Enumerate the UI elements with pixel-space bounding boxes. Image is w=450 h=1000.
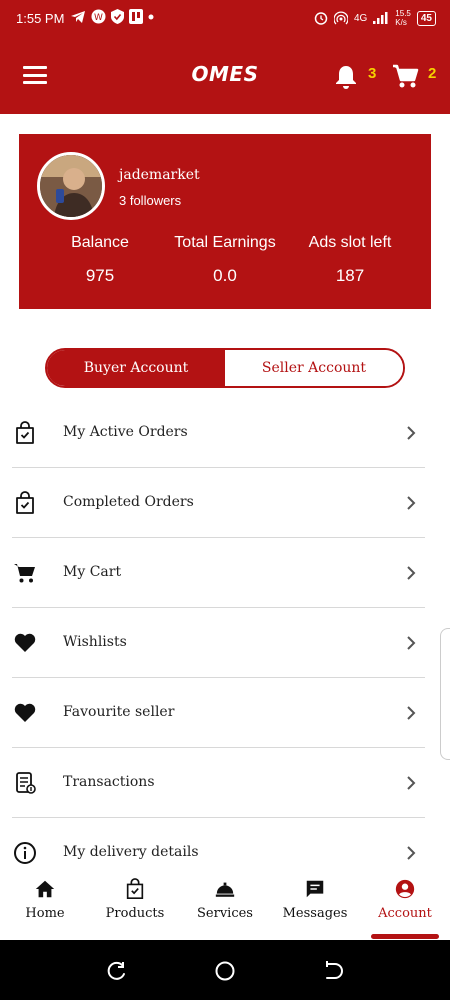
hotspot-icon [333, 11, 348, 25]
nav-label: Messages [282, 906, 348, 921]
nav-services[interactable]: Services [180, 878, 270, 921]
menu-item-label: My delivery details [63, 844, 199, 860]
nav-products[interactable]: Products [90, 878, 180, 921]
app-title: OMES [191, 62, 259, 86]
chevron-right-icon [407, 846, 416, 860]
menu-item-active-orders[interactable]: My Active Orders [0, 398, 450, 468]
shield-check-icon [111, 9, 124, 24]
menu-item-label: My Cart [63, 564, 122, 580]
nav-messages[interactable]: Messages [270, 878, 360, 921]
network-speed-unit: K/s [395, 18, 407, 27]
svg-text:W: W [94, 13, 103, 23]
menu-item-my-cart[interactable]: My Cart [0, 538, 450, 608]
stat-label: Balance [71, 234, 129, 251]
telegram-icon [71, 10, 85, 23]
chevron-right-icon [407, 426, 416, 440]
heart-icon [14, 633, 36, 652]
dot-icon [148, 14, 154, 19]
app-bar: OMES 3 2 [0, 38, 450, 114]
app-store-icon [129, 9, 143, 24]
status-bar: 1:55 PM W 4G 15.5 K/s 45 [0, 0, 450, 38]
nav-home[interactable]: Home [0, 878, 90, 921]
chevron-right-icon [407, 706, 416, 720]
service-bell-icon [215, 882, 235, 897]
menu-item-label: Wishlists [63, 634, 127, 650]
nav-label: Account [378, 906, 432, 921]
nav-label: Products [105, 906, 165, 921]
account-type-toggle: Buyer Account Seller Account [45, 348, 405, 388]
stat-label: Ads slot left [308, 234, 392, 251]
receipt-icon [16, 772, 36, 794]
profile-followers: 3 followers [119, 193, 182, 208]
seller-account-tab[interactable]: Seller Account [225, 350, 403, 386]
battery-indicator: 45 [416, 10, 436, 26]
status-system-icons: 4G 15.5 K/s 45 [314, 9, 436, 27]
account-menu-list: My Active Orders Completed Orders My Car… [0, 398, 450, 888]
stat-total-earnings: Total Earnings 0.0 [160, 234, 290, 286]
chevron-right-icon [407, 496, 416, 510]
recent-apps-icon[interactable] [105, 960, 127, 982]
menu-item-label: Favourite seller [63, 704, 175, 720]
profile-username: jademarket [119, 167, 200, 183]
stat-ads-slot-left: Ads slot left 187 [285, 234, 415, 286]
menu-item-label: My Active Orders [63, 424, 188, 440]
menu-item-wishlists[interactable]: Wishlists [0, 608, 450, 678]
shopping-bag-check-icon [16, 421, 34, 444]
nav-account[interactable]: Account [360, 878, 450, 921]
bell-icon[interactable] [334, 64, 358, 90]
network-speed: 15.5 K/s [395, 9, 411, 27]
chevron-right-icon [407, 566, 416, 580]
cart-count-badge: 2 [428, 65, 437, 82]
cart-icon[interactable] [392, 64, 419, 90]
nav-label: Services [197, 906, 253, 921]
menu-item-completed-orders[interactable]: Completed Orders [0, 468, 450, 538]
notification-count-badge: 3 [368, 65, 377, 82]
account-circle-icon [395, 879, 415, 899]
menu-item-label: Completed Orders [63, 494, 194, 510]
cart-icon [14, 564, 35, 583]
signal-icon [373, 12, 388, 24]
network-type: 4G [353, 12, 368, 24]
home-button-icon[interactable] [214, 960, 236, 982]
profile-card: jademarket 3 followers Balance 975 Total… [19, 134, 431, 309]
home-icon [35, 880, 55, 898]
chevron-right-icon [407, 776, 416, 790]
menu-item-favourite-seller[interactable]: Favourite seller [0, 678, 450, 748]
status-notification-icons: W [70, 9, 154, 24]
bottom-navigation: Home Products Services Messages Account [0, 872, 450, 940]
menu-item-transactions[interactable]: Transactions [0, 748, 450, 818]
chevron-right-icon [407, 636, 416, 650]
stat-label: Total Earnings [174, 234, 276, 251]
heart-icon [14, 703, 36, 722]
system-navigation-bar [0, 940, 450, 1000]
message-icon [306, 880, 324, 898]
alarm-icon [314, 12, 328, 25]
status-time: 1:55 PM [16, 11, 65, 26]
menu-item-label: Transactions [63, 774, 155, 790]
profile-photo [40, 155, 102, 217]
app-icon: W [91, 9, 106, 24]
info-icon [14, 842, 36, 864]
network-speed-value: 15.5 [395, 9, 411, 18]
avatar[interactable] [37, 152, 105, 220]
back-icon[interactable] [322, 960, 344, 982]
nav-label: Home [25, 906, 65, 921]
stat-value: 187 [335, 266, 365, 285]
side-panel-handle[interactable] [440, 628, 450, 760]
active-tab-indicator [371, 934, 439, 939]
shopping-bag-icon [126, 878, 144, 899]
stat-value: 0.0 [213, 266, 237, 285]
shopping-bag-check-icon [16, 491, 34, 514]
stat-value: 975 [85, 266, 115, 285]
buyer-account-tab[interactable]: Buyer Account [47, 350, 225, 386]
stat-balance: Balance 975 [35, 234, 165, 286]
